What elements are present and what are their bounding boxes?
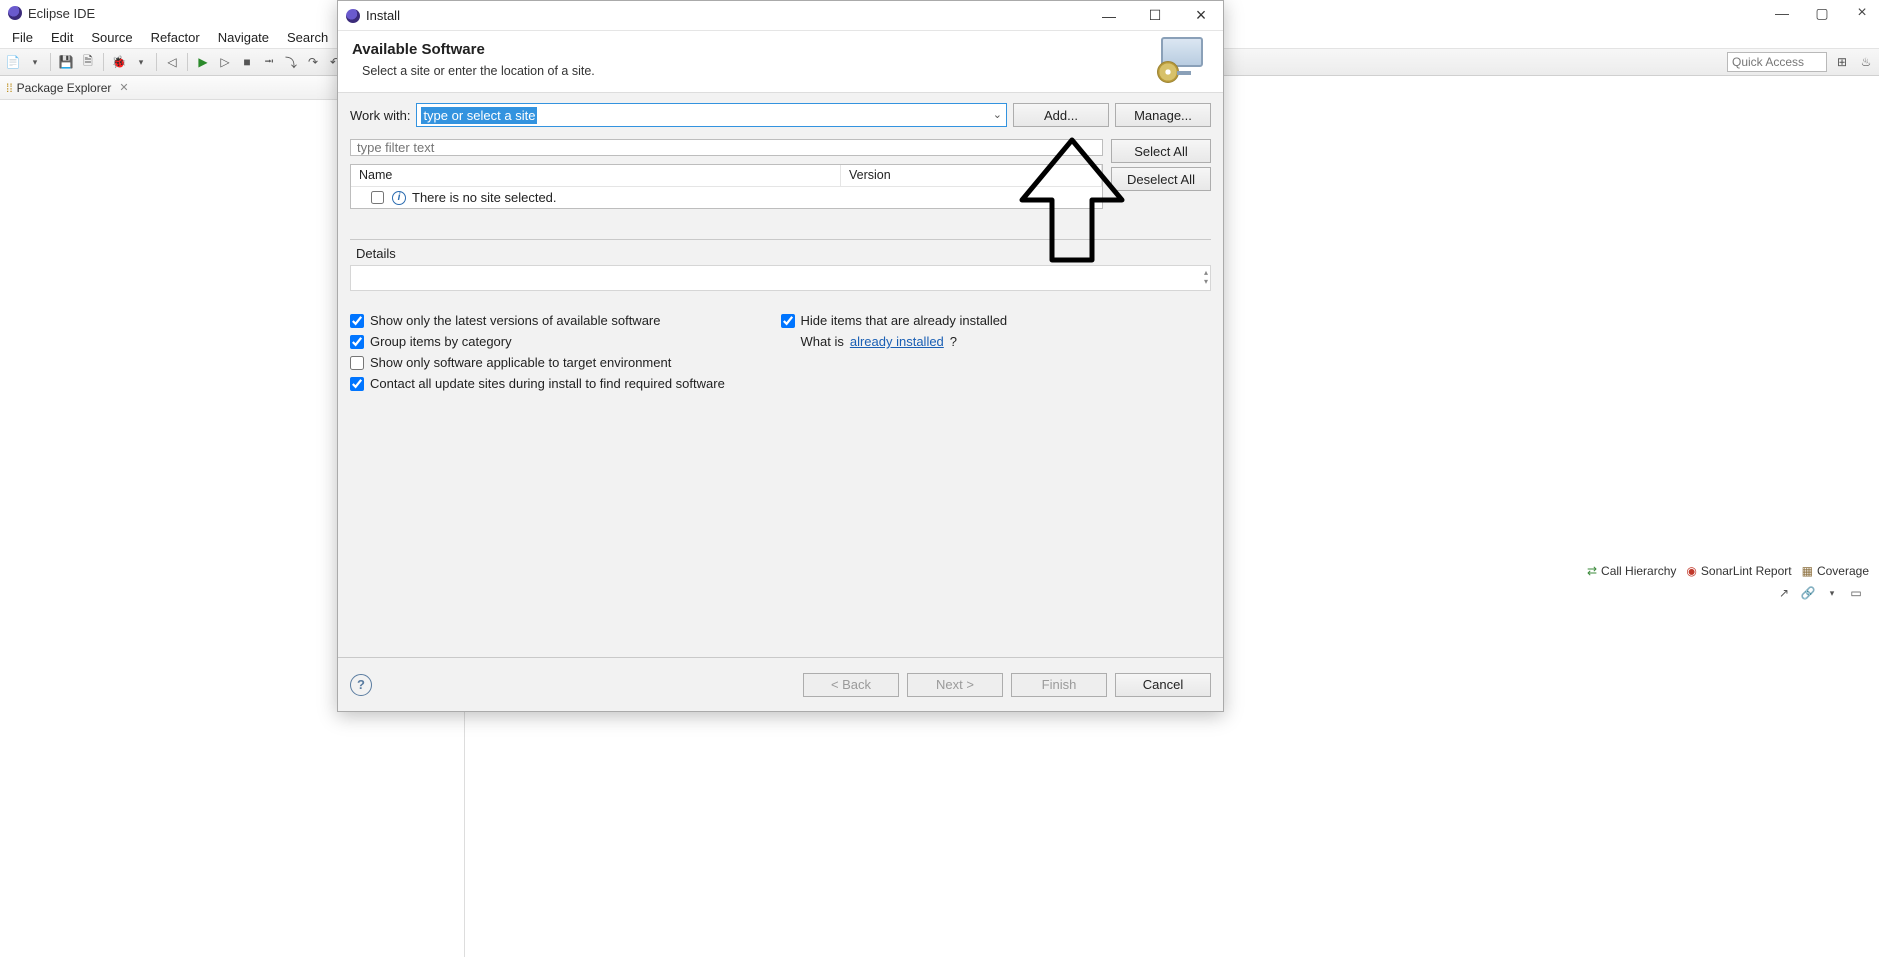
details-label: Details <box>350 244 1211 263</box>
deselect-all-button[interactable]: Deselect All <box>1111 167 1211 191</box>
coverage-icon: ▦ <box>1802 564 1813 578</box>
tree-header: Name Version <box>351 165 1102 187</box>
check-target-env-box[interactable] <box>350 356 364 370</box>
export-icon[interactable]: ↗ <box>1775 584 1793 602</box>
tree-empty-message: There is no site selected. <box>412 190 557 205</box>
stop-icon[interactable]: ■ <box>238 53 256 71</box>
save-all-icon[interactable]: 🗎 <box>79 53 97 71</box>
tab-sonarlint-report[interactable]: ◉SonarLint Report <box>1686 564 1791 578</box>
close-tab-icon[interactable]: ✕ <box>119 81 128 94</box>
manage-button[interactable]: Manage... <box>1115 103 1211 127</box>
tab-coverage[interactable]: ▦Coverage <box>1802 564 1869 578</box>
column-name[interactable]: Name <box>351 165 841 186</box>
check-hide-installed[interactable]: Hide items that are already installed <box>781 313 1212 328</box>
eclipse-icon <box>346 9 360 23</box>
check-contact-sites-box[interactable] <box>350 377 364 391</box>
work-with-selected-text: type or select a site <box>421 107 537 124</box>
minimize-button[interactable]: — <box>1773 4 1791 22</box>
back-icon[interactable]: ◁ <box>163 53 181 71</box>
details-spinner[interactable]: ▴▾ <box>1204 268 1208 286</box>
check-show-latest-box[interactable] <box>350 314 364 328</box>
check-hide-installed-box[interactable] <box>781 314 795 328</box>
dialog-header: Available Software Select a site or ente… <box>338 31 1223 93</box>
minimize-view-icon[interactable]: ▭ <box>1847 584 1865 602</box>
view-toolbar: ↗ 🔗 ▾ ▭ <box>1775 584 1865 602</box>
eclipse-title: Eclipse IDE <box>28 6 95 21</box>
new-icon[interactable]: 📄 <box>4 53 22 71</box>
run-icon[interactable]: ▶ <box>194 53 212 71</box>
dialog-titlebar[interactable]: Install — ☐ × <box>338 1 1223 31</box>
save-icon[interactable]: 💾 <box>57 53 75 71</box>
debug-icon[interactable]: 🐞 <box>110 53 128 71</box>
hierarchy-icon: ⇄ <box>1587 564 1597 578</box>
close-button[interactable]: × <box>1853 4 1871 22</box>
dialog-minimize-button[interactable]: — <box>1095 6 1123 26</box>
java-perspective-icon[interactable]: ♨ <box>1857 53 1875 71</box>
skip-icon[interactable]: ⭲ <box>260 53 278 71</box>
menu-edit[interactable]: Edit <box>43 28 81 47</box>
check-target-env[interactable]: Show only software applicable to target … <box>350 355 781 370</box>
menu-refactor[interactable]: Refactor <box>143 28 208 47</box>
work-with-row: Work with: type or select a site ⌄ Add..… <box>350 103 1211 127</box>
chevron-down-icon[interactable]: ▾ <box>26 53 44 71</box>
eclipse-icon <box>8 6 22 20</box>
menu-navigate[interactable]: Navigate <box>210 28 277 47</box>
select-all-button[interactable]: Select All <box>1111 139 1211 163</box>
add-button[interactable]: Add... <box>1013 103 1109 127</box>
dialog-close-button[interactable]: × <box>1187 6 1215 26</box>
dialog-maximize-button[interactable]: ☐ <box>1141 6 1169 26</box>
options-grid: Show only the latest versions of availab… <box>350 313 1211 391</box>
eclipse-window-controls: — ▢ × <box>1773 4 1871 22</box>
chevron-down-icon[interactable]: ▾ <box>132 53 150 71</box>
step-over-icon[interactable]: ↷ <box>304 53 322 71</box>
menu-file[interactable]: File <box>4 28 41 47</box>
dialog-subheading: Select a site or enter the location of a… <box>352 64 1209 78</box>
already-installed-link[interactable]: already installed <box>850 334 944 349</box>
dialog-footer: ? < Back Next > Finish Cancel <box>338 657 1223 711</box>
menu-search[interactable]: Search <box>279 28 336 47</box>
bottom-view-tabs: ⇄Call Hierarchy ◉SonarLint Report ▦Cover… <box>1587 564 1869 578</box>
finish-button: Finish <box>1011 673 1107 697</box>
work-with-label: Work with: <box>350 108 410 123</box>
link-icon[interactable]: 🔗 <box>1799 584 1817 602</box>
quick-access-input[interactable]: Quick Access <box>1727 52 1827 72</box>
maximize-button[interactable]: ▢ <box>1813 4 1831 22</box>
check-show-latest[interactable]: Show only the latest versions of availab… <box>350 313 781 328</box>
perspective-icon[interactable]: ⊞ <box>1833 53 1851 71</box>
tree-row-checkbox[interactable] <box>371 191 384 204</box>
back-button: < Back <box>803 673 899 697</box>
check-group-category-box[interactable] <box>350 335 364 349</box>
tree-empty-row: i There is no site selected. <box>351 187 1102 208</box>
software-tree[interactable]: Name Version i There is no site selected… <box>350 164 1103 209</box>
details-section: Details ▴▾ <box>350 239 1211 291</box>
work-with-combo[interactable]: type or select a site ⌄ <box>416 103 1007 127</box>
install-wizard-icon <box>1161 37 1211 87</box>
column-version[interactable]: Version <box>841 165 1102 186</box>
chevron-down-icon[interactable]: ⌄ <box>993 108 1002 121</box>
step-icon[interactable]: ⤵ <box>282 53 300 71</box>
dialog-heading: Available Software <box>352 41 1209 58</box>
package-icon: ⁞⁞ <box>6 81 13 95</box>
menu-source[interactable]: Source <box>83 28 140 47</box>
sonar-icon: ◉ <box>1686 564 1696 578</box>
package-explorer-label: Package Explorer <box>17 81 112 95</box>
check-contact-sites[interactable]: Contact all update sites during install … <box>350 376 1211 391</box>
details-text[interactable]: ▴▾ <box>350 265 1211 291</box>
cancel-button[interactable]: Cancel <box>1115 673 1211 697</box>
check-group-category[interactable]: Group items by category <box>350 334 781 349</box>
dialog-title: Install <box>366 8 400 23</box>
run-last-icon[interactable]: ▷ <box>216 53 234 71</box>
info-icon: i <box>392 191 406 205</box>
next-button: Next > <box>907 673 1003 697</box>
install-dialog: Install — ☐ × Available Software Select … <box>337 0 1224 712</box>
tab-call-hierarchy[interactable]: ⇄Call Hierarchy <box>1587 564 1676 578</box>
filter-input[interactable] <box>350 139 1103 156</box>
what-is-installed: What is already installed ? <box>781 334 1212 349</box>
help-button[interactable]: ? <box>350 674 372 696</box>
menu-chevron-icon[interactable]: ▾ <box>1823 584 1841 602</box>
